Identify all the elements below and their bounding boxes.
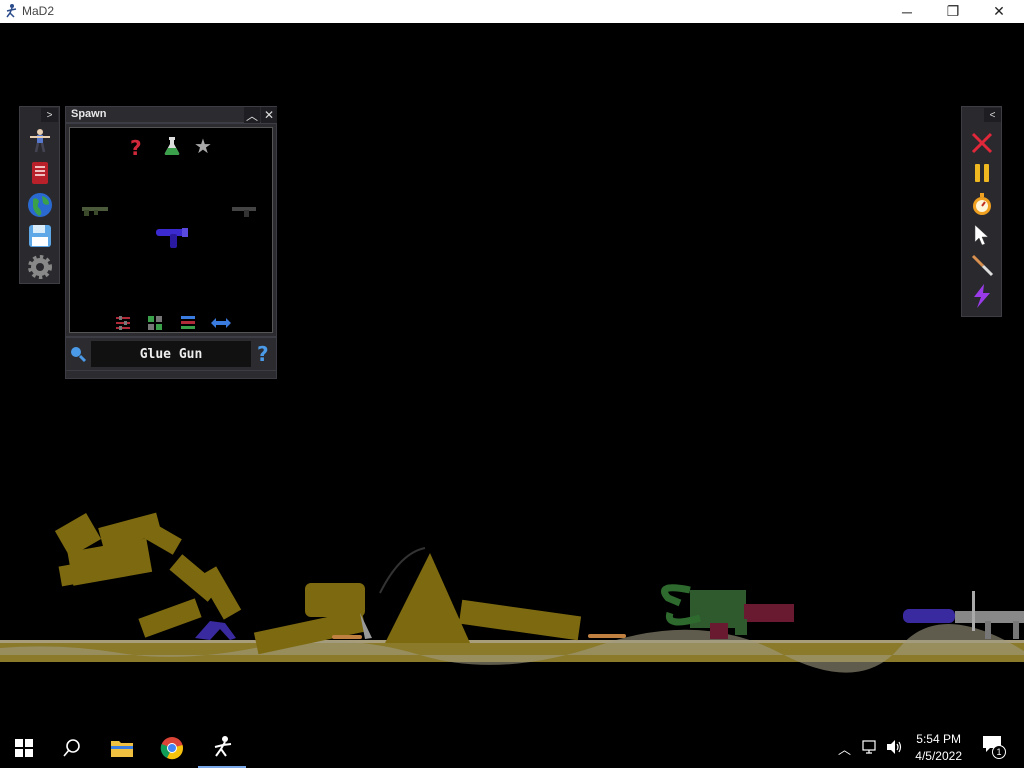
plank bbox=[332, 635, 362, 639]
book-icon bbox=[32, 162, 48, 184]
close-panel-button[interactable]: ✕ bbox=[261, 107, 277, 123]
minimize-icon: ─ bbox=[902, 3, 912, 20]
cursor-icon bbox=[974, 224, 989, 246]
rifle-icon bbox=[82, 207, 108, 216]
taskbar: ︿ 5:54 PM 4/5/2022 1 bbox=[0, 727, 1024, 768]
restore-icon: ❐ bbox=[946, 3, 960, 19]
lightning-icon bbox=[974, 284, 990, 308]
game-viewport[interactable]: > Spawn ︿ ✕ ? ★ Glue Gun ? < bbox=[0, 23, 1024, 727]
clock-date: 4/5/2022 bbox=[915, 749, 962, 763]
notification-center-button[interactable]: 1 bbox=[982, 735, 1008, 761]
knife-tool[interactable] bbox=[968, 251, 996, 279]
glue-gun-icon bbox=[156, 228, 188, 248]
glue-blob bbox=[195, 621, 236, 640]
glue-gun-item[interactable] bbox=[156, 226, 190, 255]
mad2-app-icon bbox=[214, 735, 232, 757]
window-title: MaD2 bbox=[22, 4, 55, 18]
time-tool[interactable] bbox=[968, 190, 996, 218]
sort-icon[interactable] bbox=[114, 315, 132, 336]
chevron-up-icon[interactable]: ︿ bbox=[838, 739, 851, 758]
chevron-right-icon: > bbox=[46, 109, 53, 121]
lightning-tool[interactable] bbox=[968, 282, 996, 310]
grid-icon[interactable] bbox=[147, 315, 163, 336]
notification-badge: 1 bbox=[992, 745, 1006, 759]
swap-icon[interactable] bbox=[210, 316, 232, 335]
right-toolbar: < bbox=[961, 106, 1002, 317]
tool-settings[interactable] bbox=[26, 253, 54, 281]
ragdoll-middle bbox=[253, 553, 582, 655]
tool-ragdoll[interactable] bbox=[26, 127, 54, 155]
spawn-panel: ? ★ bbox=[65, 123, 277, 337]
gear-icon bbox=[28, 255, 52, 279]
folder-icon bbox=[111, 740, 133, 757]
close-icon: ✕ bbox=[993, 3, 1005, 19]
chevron-up-icon: ︿ bbox=[245, 108, 258, 123]
tool-globe[interactable] bbox=[26, 191, 54, 219]
knife-icon bbox=[971, 254, 994, 277]
mad2-taskbar-button[interactable] bbox=[198, 727, 246, 768]
plank-2 bbox=[588, 634, 626, 638]
minimize-button[interactable]: ─ bbox=[884, 0, 930, 23]
delete-tool[interactable] bbox=[968, 129, 996, 157]
taskbar-search-icon bbox=[63, 738, 80, 757]
ragdoll-left bbox=[54, 512, 242, 638]
restore-button[interactable]: ❐ bbox=[930, 0, 976, 23]
spawn-panel-footer bbox=[65, 371, 277, 379]
spawn-search-bar: Glue Gun ? bbox=[65, 337, 277, 371]
list-icon[interactable] bbox=[180, 315, 196, 336]
windows-icon bbox=[15, 738, 33, 757]
clock-time: 5:54 PM bbox=[916, 732, 961, 746]
pause-icon bbox=[975, 164, 989, 182]
help-icon[interactable]: ? bbox=[130, 136, 148, 160]
pistol-icon bbox=[232, 207, 256, 217]
chrome-button[interactable] bbox=[148, 727, 196, 768]
window-titlebar: MaD2 ─ ❐ ✕ bbox=[0, 0, 1024, 23]
chevron-left-icon: < bbox=[989, 109, 996, 121]
start-button[interactable] bbox=[0, 727, 48, 768]
collapse-panel-button[interactable]: ︿ bbox=[244, 107, 260, 123]
search-icon[interactable] bbox=[69, 345, 87, 368]
close-button[interactable]: ✕ bbox=[976, 0, 1022, 23]
stopwatch-icon bbox=[973, 193, 991, 215]
network-icon[interactable] bbox=[862, 739, 880, 760]
save-icon bbox=[29, 225, 51, 247]
expand-toolbar-button[interactable]: > bbox=[41, 108, 58, 122]
flask-icon[interactable] bbox=[163, 136, 181, 161]
collapse-toolbar-button[interactable]: < bbox=[984, 108, 1001, 122]
left-toolbar: > bbox=[19, 106, 60, 284]
globe-icon bbox=[28, 193, 52, 217]
select-tool[interactable] bbox=[968, 221, 996, 249]
spawn-panel-header[interactable]: Spawn ︿ ✕ bbox=[65, 106, 277, 123]
tool-book[interactable] bbox=[26, 159, 54, 187]
system-clock[interactable]: 5:54 PM 4/5/2022 bbox=[915, 731, 962, 765]
file-explorer-button[interactable] bbox=[98, 727, 146, 768]
close-icon: ✕ bbox=[263, 108, 275, 122]
delete-icon bbox=[971, 132, 993, 154]
pause-tool[interactable] bbox=[968, 159, 996, 187]
chrome-icon bbox=[160, 736, 183, 759]
item-help-icon[interactable]: ? bbox=[257, 342, 269, 366]
spawn-grid: ? ★ bbox=[69, 127, 273, 333]
spawn-panel-title: Spawn bbox=[71, 108, 107, 120]
rifle-item[interactable] bbox=[80, 203, 110, 222]
pistol-item[interactable] bbox=[230, 204, 258, 223]
star-icon[interactable]: ★ bbox=[194, 134, 212, 159]
search-button[interactable] bbox=[48, 727, 96, 768]
selected-item-name[interactable]: Glue Gun bbox=[91, 341, 251, 367]
volume-icon[interactable] bbox=[886, 739, 904, 760]
tool-save[interactable] bbox=[26, 222, 54, 250]
app-icon bbox=[3, 3, 19, 19]
ragdoll-icon bbox=[30, 129, 50, 153]
